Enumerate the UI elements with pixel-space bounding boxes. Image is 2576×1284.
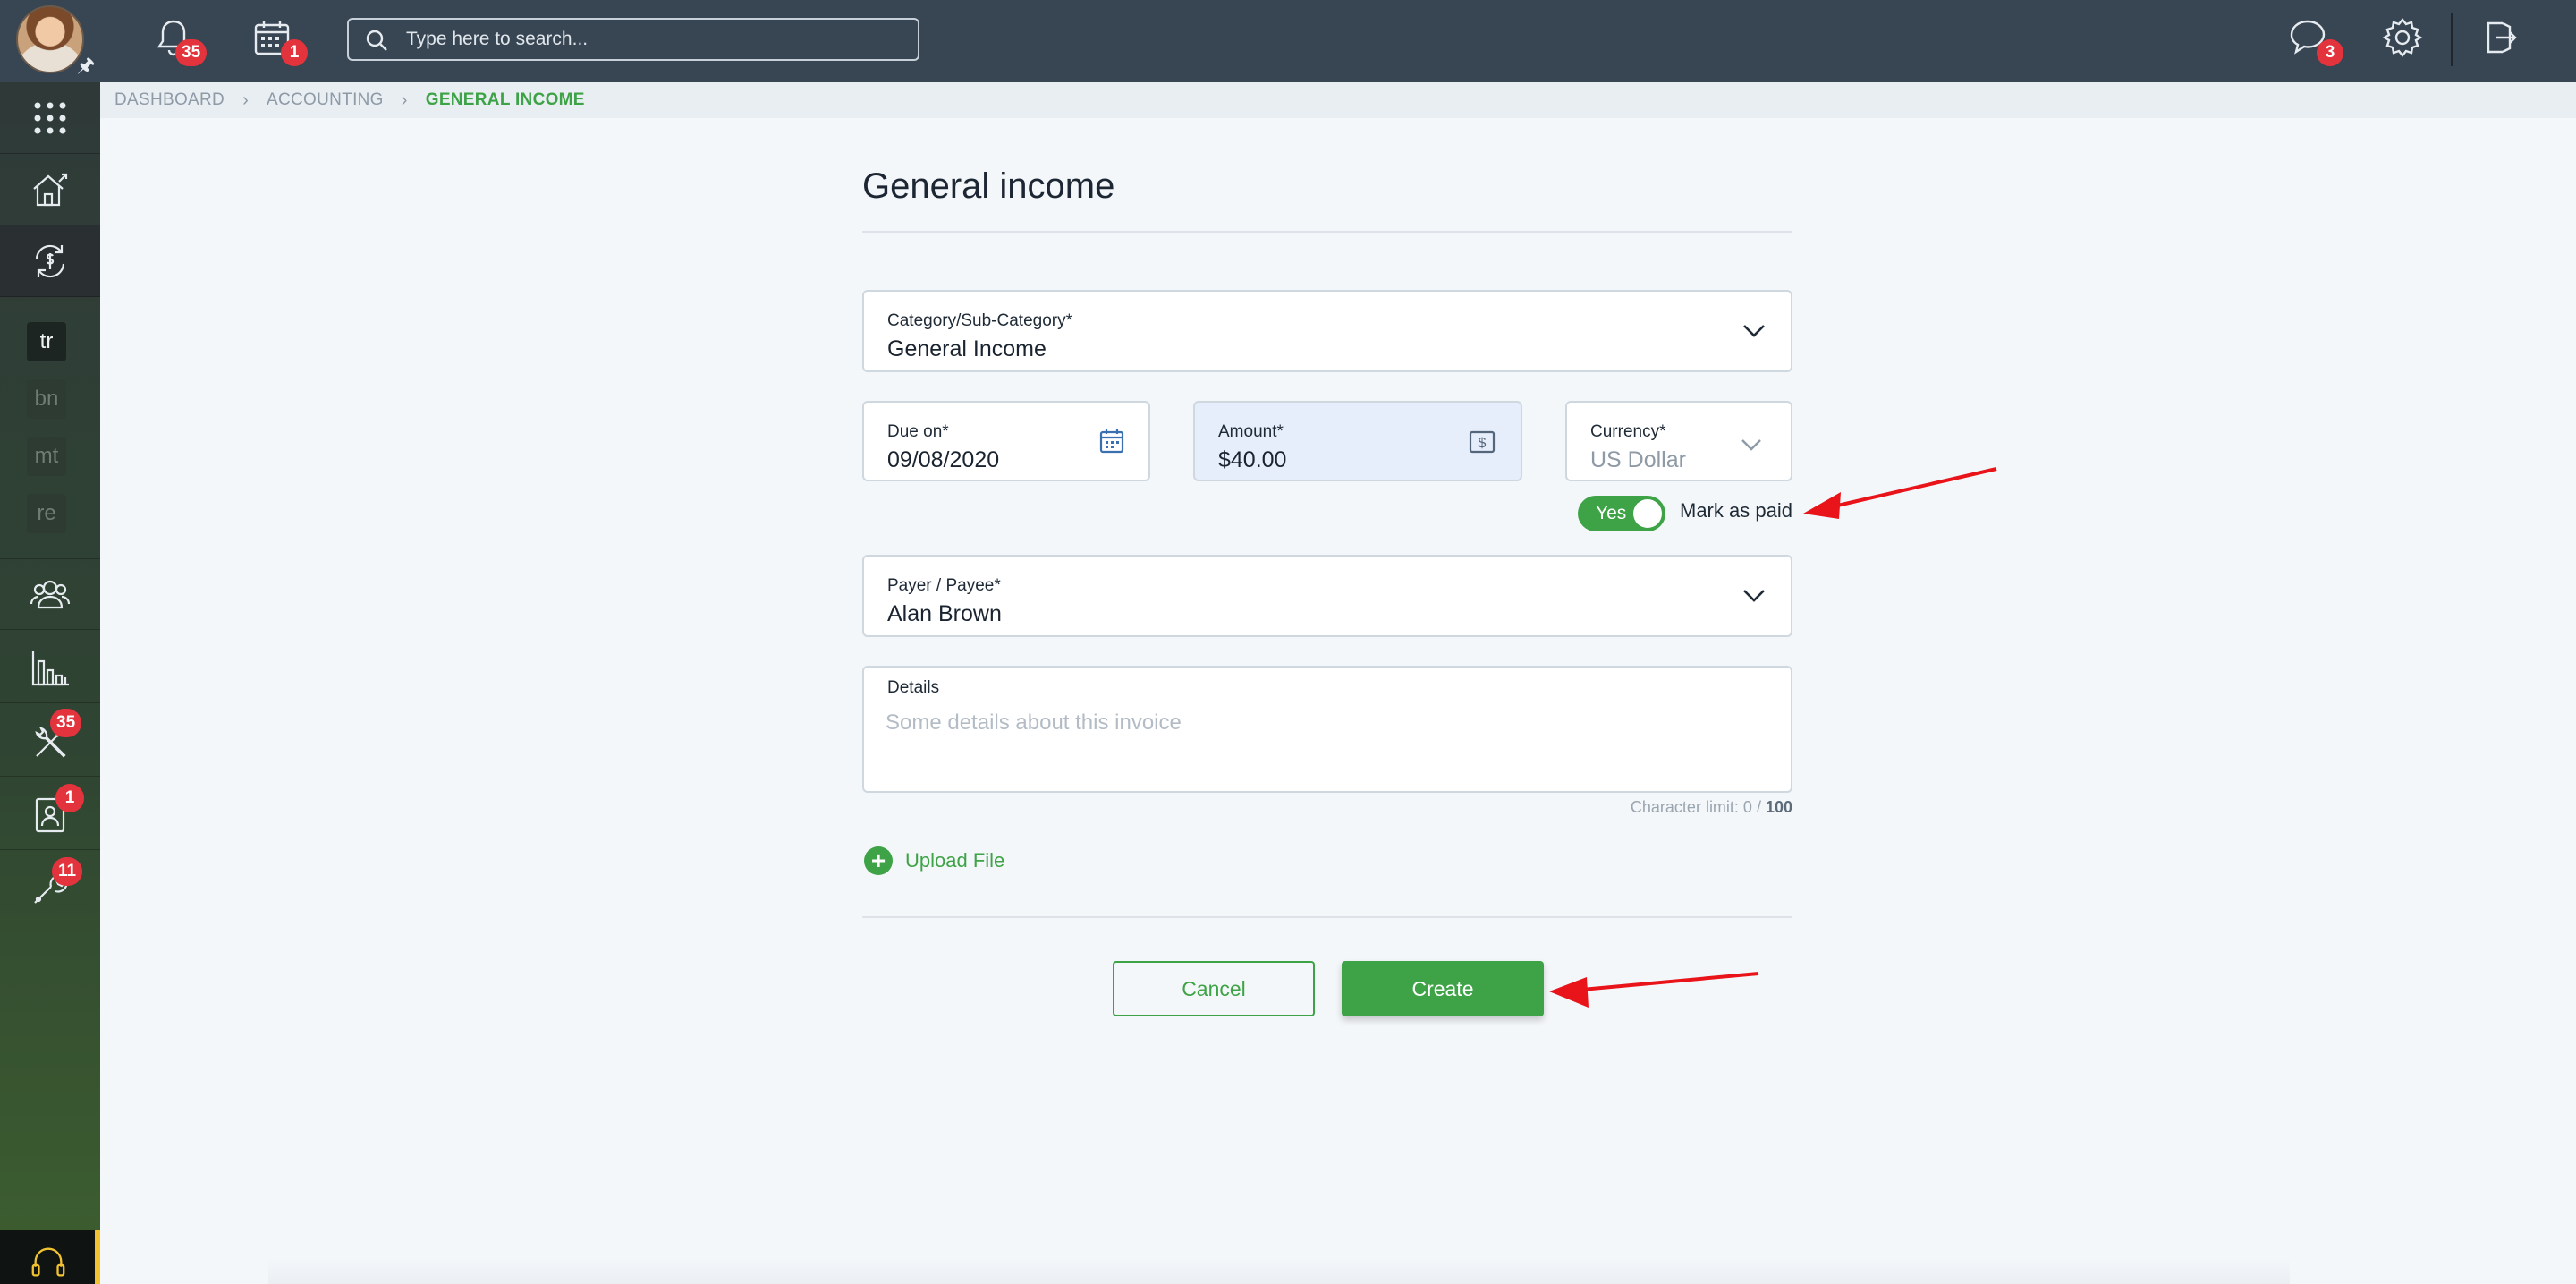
topbar-divider (2451, 13, 2453, 66)
calendar-badge: 1 (281, 39, 308, 66)
category-select[interactable]: Category/Sub-Category* General Income (862, 290, 1792, 372)
cancel-button[interactable]: Cancel (1113, 961, 1315, 1016)
search-box[interactable] (347, 18, 919, 61)
page-title: General income (862, 166, 1115, 206)
amount-field[interactable]: Amount* $40.00 $ (1193, 401, 1522, 481)
currency-select[interactable]: Currency* US Dollar (1565, 401, 1792, 481)
sidebar-item-properties[interactable] (0, 154, 100, 225)
support-button[interactable] (0, 1230, 100, 1284)
chevron-down-icon[interactable] (1741, 438, 1762, 451)
maintenance-badge: 11 (52, 857, 83, 886)
currency-value: US Dollar (1590, 447, 1686, 472)
details-textarea[interactable] (886, 710, 1771, 782)
character-limit-max: 100 (1765, 798, 1792, 816)
sidebar-item-tools[interactable]: 35 (0, 705, 100, 777)
pin-icon[interactable]: 🖈 (77, 50, 95, 84)
bar-chart-icon (31, 650, 69, 685)
messages-badge: 3 (2317, 39, 2343, 66)
notifications-bell-icon[interactable]: 35 (152, 16, 208, 66)
payer-payee-select[interactable]: Payer / Payee* Alan Brown (862, 555, 1792, 637)
upload-file-label: Upload File (905, 849, 1005, 872)
top-bar: 🖈 35 1 3 (0, 0, 2576, 82)
currency-label: Currency* (1590, 422, 1666, 441)
sidebar-item-people[interactable] (0, 558, 100, 630)
sidebar-sub-item-re[interactable]: re (27, 494, 66, 533)
apps-grid-icon (34, 102, 66, 133)
search-icon (366, 30, 387, 51)
details-label: Details (887, 678, 940, 697)
toggle-yes-label: Yes (1596, 503, 1627, 523)
chevron-right-icon: › (401, 89, 408, 110)
due-on-field[interactable]: Due on* 09/08/2020 (862, 401, 1150, 481)
mark-as-paid-toggle[interactable]: Yes (1578, 496, 1665, 531)
svg-text:$: $ (1479, 436, 1487, 451)
title-divider (862, 231, 1792, 233)
upload-file-button[interactable]: + Upload File (864, 846, 1004, 875)
messages-icon[interactable]: 3 (2286, 16, 2343, 66)
payer-label: Payer / Payee* (887, 576, 1001, 595)
character-limit: Character limit: 0 / 100 (1521, 798, 1792, 817)
toggle-knob (1633, 499, 1662, 528)
user-avatar[interactable] (16, 5, 84, 73)
accounting-exchange-icon (35, 244, 65, 277)
contacts-badge: 1 (55, 784, 84, 812)
settings-gear-icon[interactable] (2381, 16, 2431, 66)
annotation-arrow-icon (1549, 972, 1759, 1008)
calendar-icon[interactable]: 1 (250, 16, 308, 66)
footer-shadow (268, 1257, 2290, 1284)
house-icon (33, 173, 68, 206)
logout-icon[interactable] (2478, 16, 2528, 66)
chevron-right-icon: › (242, 89, 250, 110)
calendar-icon[interactable] (1098, 428, 1125, 455)
annotation-arrow-icon (1803, 467, 1997, 519)
breadcrumb-accounting[interactable]: ACCOUNTING (267, 90, 384, 110)
sidebar-item-reports[interactable] (0, 632, 100, 703)
amount-label: Amount* (1218, 422, 1284, 441)
payer-value: Alan Brown (887, 601, 1002, 626)
sidebar-item-maintenance[interactable]: 11 (0, 852, 100, 923)
chevron-down-icon[interactable] (1742, 324, 1766, 338)
sidebar-sub-item-mt[interactable]: mt (27, 437, 66, 476)
details-field: Details (862, 666, 1792, 793)
tools-badge: 35 (50, 709, 82, 737)
sidebar: tr bn mt re 35 1 11 (0, 82, 100, 1284)
due-on-label: Due on* (887, 422, 949, 441)
notifications-badge: 35 (175, 39, 208, 66)
chevron-down-icon[interactable] (1742, 589, 1766, 603)
breadcrumb-dashboard[interactable]: DASHBOARD (114, 90, 225, 110)
mark-as-paid-label: Mark as paid (1680, 499, 1792, 522)
due-on-value: 09/08/2020 (887, 447, 1000, 472)
sidebar-sub-item-bn[interactable]: bn (27, 379, 66, 419)
sidebar-item-accounting[interactable] (0, 225, 100, 297)
create-button[interactable]: Create (1342, 961, 1544, 1016)
breadcrumb: DASHBOARD › ACCOUNTING › GENERAL INCOME (100, 82, 2576, 118)
headset-icon (31, 1247, 65, 1277)
sidebar-item-contacts[interactable]: 1 (0, 778, 100, 850)
category-label: Category/Sub-Category* (887, 311, 1072, 330)
dollar-bill-icon: $ (1469, 430, 1496, 454)
plus-circle-icon: + (864, 846, 893, 875)
amount-value: $40.00 (1218, 447, 1287, 472)
people-icon (30, 580, 71, 609)
search-input[interactable] (406, 20, 907, 59)
form-divider (862, 916, 1792, 918)
sidebar-item-apps[interactable] (0, 82, 100, 154)
category-value: General Income (887, 336, 1046, 361)
character-limit-text: Character limit: 0 / (1630, 798, 1766, 816)
sidebar-sub-item-tr[interactable]: tr (27, 322, 66, 361)
breadcrumb-general-income: GENERAL INCOME (425, 90, 585, 109)
